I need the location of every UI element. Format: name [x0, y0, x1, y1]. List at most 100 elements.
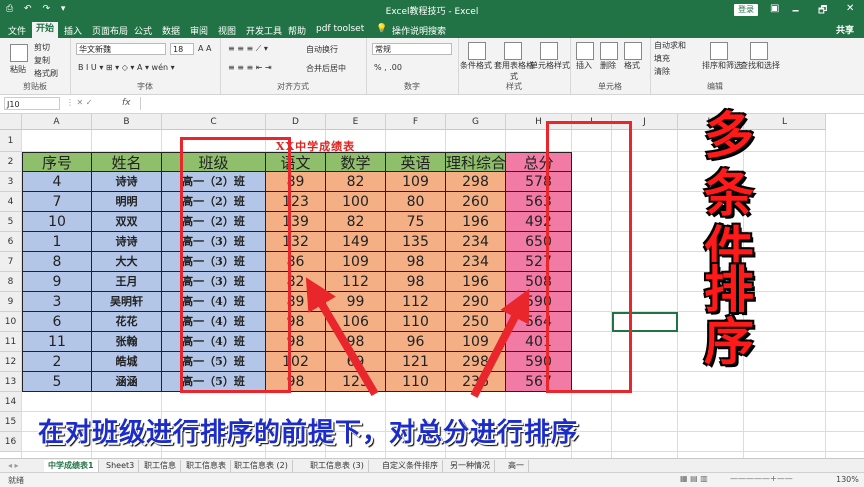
tab-formulas[interactable]: 公式 — [134, 24, 152, 37]
sheet-tab-4[interactable]: 职工信息表 — [182, 460, 231, 472]
table-cell[interactable]: 110 — [386, 372, 446, 392]
table-cell[interactable]: 涵涵 — [92, 372, 162, 392]
table-cell[interactable]: 8 — [22, 252, 92, 272]
table-cell[interactable]: 96 — [386, 332, 446, 352]
insert-cells-button[interactable]: 插入 — [576, 60, 592, 71]
table-cell[interactable]: 123 — [326, 372, 386, 392]
column-header-b[interactable]: B — [92, 114, 162, 130]
share-button[interactable]: 共享 — [836, 23, 854, 36]
table-cell[interactable]: 135 — [386, 232, 446, 252]
sheet-tab-2[interactable]: Sheet3 — [102, 460, 140, 472]
table-cell[interactable]: 明明 — [92, 192, 162, 212]
sheet-tab-8[interactable]: 另一种情况 — [446, 460, 495, 472]
number-format-buttons[interactable]: % , .00 — [374, 63, 402, 72]
table-cell[interactable]: 250 — [446, 312, 506, 332]
table-cell[interactable]: 298 — [446, 352, 506, 372]
cut-button[interactable]: 剪切 — [34, 42, 50, 53]
table-header-cell[interactable]: 英语 — [386, 152, 446, 172]
tab-review[interactable]: 审阅 — [190, 24, 208, 37]
table-cell[interactable]: 2 — [22, 352, 92, 372]
fx-icon[interactable]: fx — [122, 98, 131, 108]
table-cell[interactable]: 王月 — [92, 272, 162, 292]
fill-button[interactable]: 填充 — [654, 53, 670, 64]
table-cell[interactable]: 234 — [446, 232, 506, 252]
number-format-select[interactable]: 常规 — [372, 43, 452, 55]
table-cell[interactable]: 112 — [326, 272, 386, 292]
table-cell[interactable]: 4 — [22, 172, 92, 192]
tab-page-layout[interactable]: 页面布局 — [92, 24, 128, 37]
tab-help[interactable]: 帮助 — [288, 24, 306, 37]
sheet-tab-9[interactable]: 高一 — [504, 460, 529, 472]
row-header-2[interactable]: 2 — [0, 152, 22, 172]
row-header-4[interactable]: 4 — [0, 192, 22, 212]
sheet-tab-5[interactable]: 职工信息表 (2) — [230, 460, 293, 472]
column-header-f[interactable]: F — [386, 114, 446, 130]
font-size-select[interactable]: 18 — [170, 43, 194, 55]
sheet-nav-icons[interactable]: ◂ ▸ — [4, 460, 23, 472]
insert-cells-icon[interactable] — [576, 42, 594, 60]
table-cell[interactable]: 100 — [326, 192, 386, 212]
sheet-tab-6[interactable]: 职工信息表 (3) — [306, 460, 369, 472]
column-header-g[interactable]: G — [446, 114, 506, 130]
align-icons[interactable]: ≡ ≡ ≡ ⟋ ▾ — [228, 44, 268, 54]
table-cell[interactable]: 75 — [386, 212, 446, 232]
login-button[interactable]: 登录 — [734, 4, 758, 16]
paste-button[interactable]: 粘贴 — [10, 64, 26, 75]
table-cell[interactable]: 110 — [386, 312, 446, 332]
table-cell[interactable]: 5 — [22, 372, 92, 392]
wrap-text-button[interactable]: 自动换行 — [306, 44, 338, 55]
copy-button[interactable]: 复制 — [34, 55, 50, 66]
table-cell[interactable]: 诗诗 — [92, 232, 162, 252]
row-header-10[interactable]: 10 — [0, 312, 22, 332]
table-cell[interactable]: 皓城 — [92, 352, 162, 372]
table-cell[interactable]: 298 — [446, 172, 506, 192]
delete-cells-icon[interactable] — [600, 42, 618, 60]
tab-view[interactable]: 视图 — [218, 24, 236, 37]
sheet-tab-7[interactable]: 自定义条件排序 — [378, 460, 443, 472]
table-cell[interactable]: 149 — [326, 232, 386, 252]
restore-icon[interactable]: 🗗 — [818, 3, 827, 20]
tab-home[interactable]: 开始 — [32, 22, 59, 38]
merge-center-button[interactable]: 合并后居中 — [306, 63, 346, 74]
sheet-tab-3[interactable]: 职工信息 — [140, 460, 181, 472]
tab-insert[interactable]: 插入 — [64, 24, 82, 37]
tell-me-search[interactable]: 操作说明搜索 — [392, 24, 446, 37]
delete-cells-button[interactable]: 删除 — [600, 60, 616, 71]
font-name-select[interactable]: 华文新魏 — [76, 43, 166, 55]
table-cell[interactable]: 张翰 — [92, 332, 162, 352]
table-cell[interactable]: 290 — [446, 292, 506, 312]
cell-styles-icon[interactable] — [540, 42, 558, 60]
row-header-13[interactable]: 13 — [0, 372, 22, 392]
table-cell[interactable]: 69 — [326, 352, 386, 372]
name-box[interactable]: J10 — [4, 97, 60, 110]
format-cells-icon[interactable] — [624, 42, 642, 60]
sort-filter-button[interactable]: 排序和筛选 — [702, 60, 742, 71]
table-cell[interactable]: 236 — [446, 372, 506, 392]
tab-file[interactable]: 文件 — [8, 24, 26, 37]
table-cell[interactable]: 112 — [386, 292, 446, 312]
table-cell[interactable]: 98 — [326, 332, 386, 352]
row-header-7[interactable]: 7 — [0, 252, 22, 272]
table-cell[interactable]: 82 — [326, 212, 386, 232]
table-header-cell[interactable]: 理科综合 — [446, 152, 506, 172]
font-format-buttons[interactable]: B I U ▾ ⊞ ▾ ◇ ▾ A ▾ wén ▾ — [78, 63, 175, 72]
table-cell[interactable]: 98 — [386, 252, 446, 272]
table-cell[interactable]: 196 — [446, 272, 506, 292]
table-cell[interactable]: 吴明轩 — [92, 292, 162, 312]
row-header-14[interactable]: 14 — [0, 392, 22, 412]
conditional-format-icon[interactable] — [468, 42, 486, 60]
zoom-slider[interactable]: —————+—— — [730, 474, 793, 483]
find-select-button[interactable]: 查找和选择 — [740, 60, 780, 71]
row-header-1[interactable]: 1 — [0, 130, 22, 152]
column-header-c[interactable]: C — [162, 114, 266, 130]
table-cell[interactable]: 3 — [22, 292, 92, 312]
row-header-12[interactable]: 12 — [0, 352, 22, 372]
tab-data[interactable]: 数据 — [162, 24, 180, 37]
row-header-11[interactable]: 11 — [0, 332, 22, 352]
row-header-9[interactable]: 9 — [0, 292, 22, 312]
column-header-e[interactable]: E — [326, 114, 386, 130]
table-cell[interactable]: 260 — [446, 192, 506, 212]
select-all-corner[interactable] — [0, 114, 22, 130]
sort-filter-icon[interactable] — [710, 42, 728, 60]
table-cell[interactable]: 双双 — [92, 212, 162, 232]
